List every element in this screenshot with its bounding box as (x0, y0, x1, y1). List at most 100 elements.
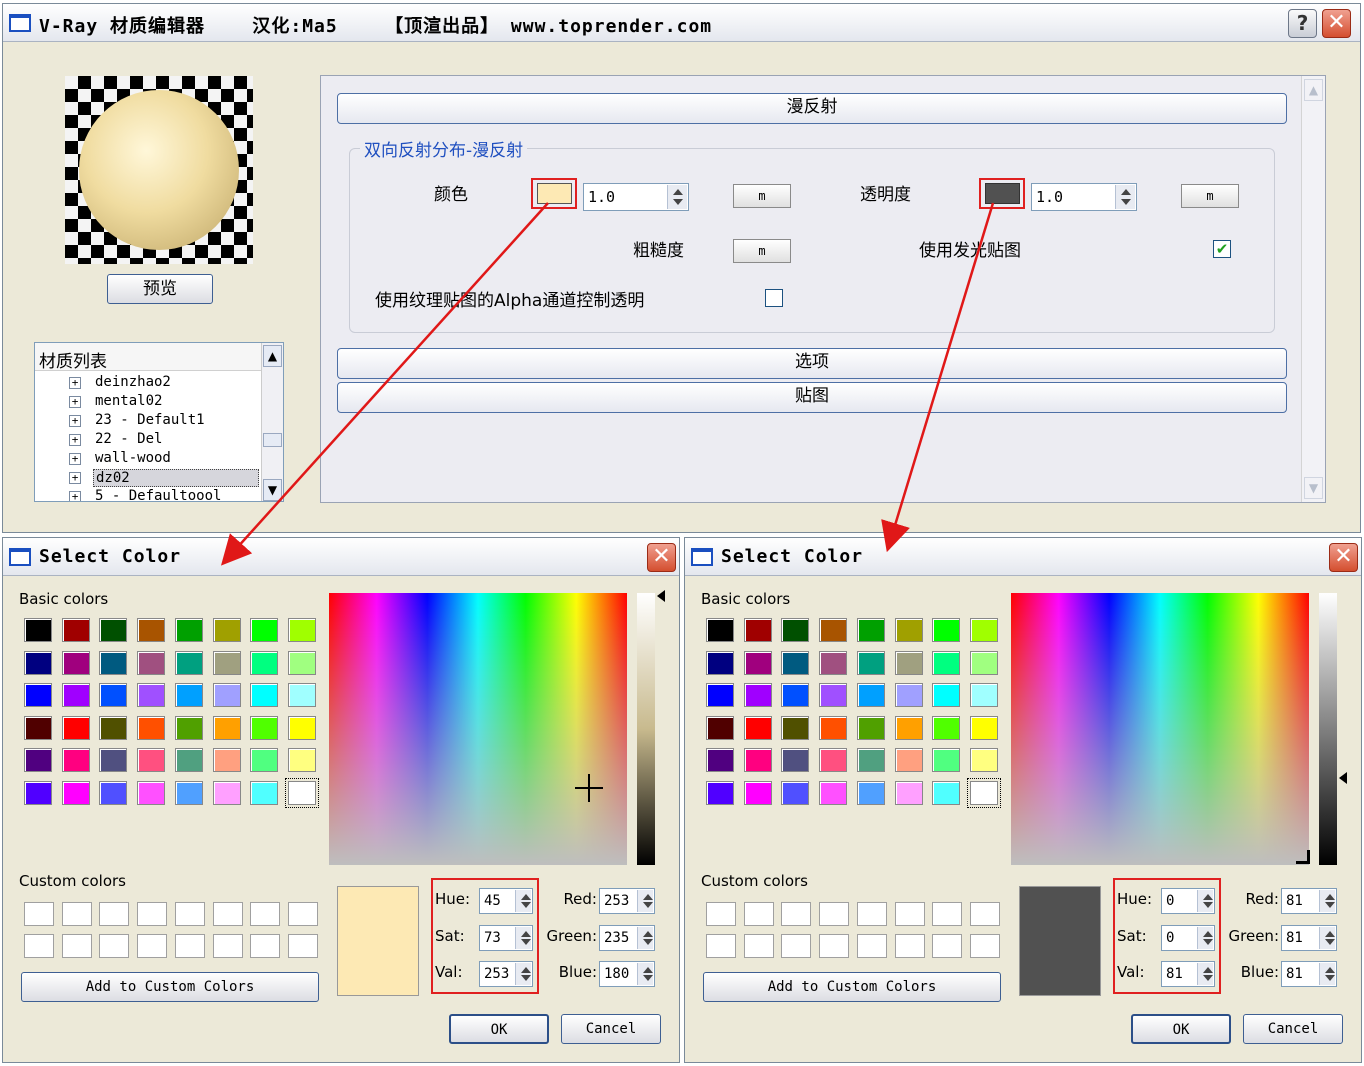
spinner-icon[interactable] (515, 926, 531, 949)
options-rollout[interactable]: 选项 (337, 348, 1287, 379)
basic-color-swatch[interactable] (99, 748, 128, 773)
basic-color-swatch[interactable] (174, 618, 203, 642)
basic-color-swatch[interactable] (743, 748, 772, 773)
red-input[interactable]: 81 (1281, 888, 1337, 914)
sat-input[interactable]: 0 (1161, 924, 1215, 951)
basic-color-swatch[interactable] (99, 781, 128, 805)
custom-color-slot[interactable] (856, 902, 887, 926)
close-button[interactable]: ✕ (647, 543, 676, 572)
green-input[interactable]: 81 (1281, 924, 1337, 951)
hue-input[interactable]: 45 (479, 888, 533, 914)
basic-color-swatch[interactable] (894, 748, 923, 773)
use-glossy-map-checkbox[interactable]: ✔ (1213, 240, 1231, 258)
basic-color-swatch[interactable] (743, 781, 772, 805)
basic-color-swatch[interactable] (212, 715, 241, 740)
basic-color-swatch[interactable] (61, 683, 90, 708)
basic-color-swatch[interactable] (856, 715, 885, 740)
transparency-multiplier-input[interactable]: 1.0 (1031, 183, 1137, 211)
basic-color-swatch[interactable] (819, 618, 848, 642)
material-list-item[interactable]: +5 - Defaultoool (69, 488, 263, 501)
basic-color-swatch[interactable] (894, 650, 923, 675)
basic-color-swatch[interactable] (24, 715, 52, 740)
basic-color-swatch[interactable] (706, 781, 734, 805)
add-to-custom-colors-button[interactable]: Add to Custom Colors (21, 972, 319, 1002)
basic-color-swatch[interactable] (932, 618, 961, 642)
basic-color-swatch[interactable] (24, 618, 52, 642)
material-list-item[interactable]: + deinzhao2 (69, 374, 263, 393)
basic-color-swatch[interactable] (99, 650, 128, 675)
basic-color-swatch[interactable] (706, 748, 734, 773)
basic-color-swatch[interactable] (894, 781, 923, 805)
blue-input[interactable]: 81 (1281, 961, 1337, 987)
custom-color-slot[interactable] (61, 902, 92, 926)
val-input[interactable]: 253 (479, 961, 533, 987)
help-button[interactable]: ? (1288, 9, 1317, 38)
basic-color-swatch[interactable] (969, 715, 998, 740)
basic-color-swatch[interactable] (706, 650, 734, 675)
custom-color-slot[interactable] (287, 934, 318, 958)
custom-color-slot[interactable] (287, 902, 318, 926)
cancel-button[interactable]: Cancel (561, 1014, 661, 1044)
basic-color-swatch[interactable] (61, 618, 90, 642)
basic-color-swatch[interactable] (61, 715, 90, 740)
custom-color-slot[interactable] (969, 934, 1000, 958)
custom-color-slot[interactable] (61, 934, 92, 958)
basic-color-swatch[interactable] (969, 618, 998, 642)
custom-color-slot[interactable] (99, 902, 130, 926)
basic-color-swatch[interactable] (781, 748, 810, 773)
basic-color-swatch[interactable] (932, 683, 961, 708)
scroll-down-icon[interactable]: ▼ (263, 479, 282, 501)
basic-color-swatch[interactable] (137, 618, 166, 642)
custom-color-slot[interactable] (819, 902, 850, 926)
basic-color-swatch[interactable] (819, 650, 848, 675)
color-spectrum[interactable] (329, 593, 627, 865)
custom-color-slot[interactable] (250, 902, 281, 926)
diffuse-rollout[interactable]: 漫反射 (337, 93, 1287, 124)
custom-color-slot[interactable] (781, 902, 812, 926)
material-list-item[interactable]: + mental02 (69, 393, 263, 412)
basic-color-swatch[interactable] (819, 748, 848, 773)
basic-color-swatch[interactable] (284, 778, 319, 808)
spinner-icon[interactable] (1319, 963, 1335, 985)
basic-color-swatch[interactable] (966, 778, 1001, 808)
basic-color-swatch[interactable] (894, 618, 923, 642)
basic-color-swatch[interactable] (706, 618, 734, 642)
custom-color-slot[interactable] (706, 934, 736, 958)
basic-color-swatch[interactable] (24, 683, 52, 708)
basic-color-swatch[interactable] (174, 781, 203, 805)
basic-color-swatch[interactable] (932, 715, 961, 740)
basic-color-swatch[interactable] (856, 683, 885, 708)
basic-color-swatch[interactable] (174, 748, 203, 773)
expand-icon[interactable]: + (69, 434, 81, 446)
basic-color-swatch[interactable] (250, 650, 279, 675)
close-button[interactable]: ✕ (1329, 543, 1358, 572)
custom-color-slot[interactable] (250, 934, 281, 958)
material-list-item[interactable]: + dz02 (69, 469, 263, 488)
close-button[interactable]: ✕ (1322, 9, 1351, 38)
custom-color-slot[interactable] (894, 902, 925, 926)
spinner-icon[interactable] (1197, 890, 1213, 912)
basic-color-swatch[interactable] (212, 683, 241, 708)
scroll-thumb[interactable] (263, 433, 282, 447)
spinner-icon[interactable] (515, 963, 531, 985)
basic-color-swatch[interactable] (932, 781, 961, 805)
spinner-icon[interactable] (1319, 926, 1335, 949)
basic-color-swatch[interactable] (250, 683, 279, 708)
basic-color-swatch[interactable] (781, 715, 810, 740)
spinner-icon[interactable] (1319, 890, 1335, 912)
basic-color-swatch[interactable] (61, 650, 90, 675)
basic-color-swatch[interactable] (174, 650, 203, 675)
scroll-up-icon[interactable]: ▲ (263, 345, 282, 367)
basic-color-swatch[interactable] (250, 618, 279, 642)
basic-color-swatch[interactable] (99, 715, 128, 740)
basic-color-swatch[interactable] (24, 781, 52, 805)
basic-color-swatch[interactable] (212, 650, 241, 675)
spinner-icon[interactable] (667, 185, 687, 209)
custom-color-slot[interactable] (894, 934, 925, 958)
custom-color-slot[interactable] (932, 934, 963, 958)
spinner-icon[interactable] (637, 890, 653, 912)
basic-color-swatch[interactable] (706, 715, 734, 740)
custom-color-slot[interactable] (24, 902, 54, 926)
basic-color-swatch[interactable] (932, 748, 961, 773)
luminance-pointer-icon[interactable] (1339, 772, 1347, 784)
